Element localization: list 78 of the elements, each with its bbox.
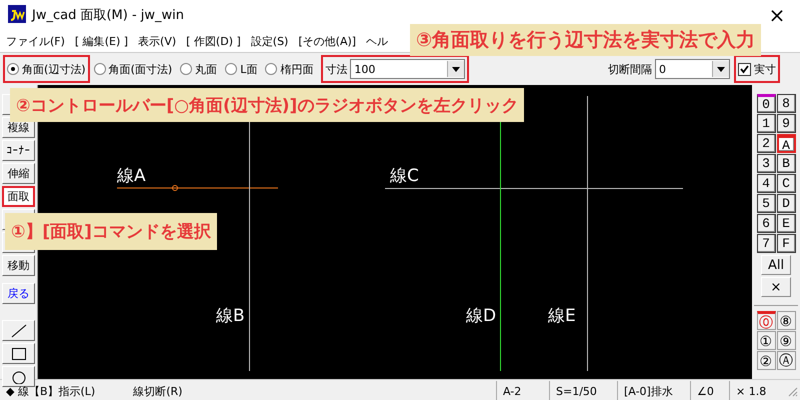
radio-label: L面 (240, 62, 258, 76)
menu-item[interactable]: ヘル (366, 34, 388, 48)
layer-button[interactable]: E (776, 214, 796, 233)
dropdown-field[interactable]: 100 (350, 59, 466, 79)
layer-button[interactable]: D (776, 194, 796, 213)
tool-button[interactable]: 面取 (2, 186, 35, 207)
radio-label: 角面(辺寸法) (22, 62, 86, 76)
dropdown-field[interactable]: 0 (655, 59, 730, 79)
status-cell: × 1.8 (729, 381, 786, 400)
status-cell: A-2 (496, 381, 549, 400)
point-marker (172, 185, 178, 191)
layer-button[interactable]: C (776, 174, 796, 193)
menu-item[interactable]: [ 編集(E) ] (74, 34, 128, 48)
circle-tool-button[interactable] (2, 366, 35, 387)
line-label: 線C (390, 166, 419, 186)
menu-item[interactable]: [ 作図(D) ] (186, 34, 241, 48)
menu-item[interactable]: 表示(V) (138, 34, 176, 48)
layer-button[interactable]: B (776, 154, 796, 173)
tool-button[interactable]: ｺｰﾅｰ (2, 140, 35, 161)
radio-label: 楕円面 (280, 62, 314, 76)
status-cell: [A-0]排水 (617, 381, 690, 400)
line-label: 線A (117, 166, 146, 186)
field-label: 切断間隔 (608, 62, 652, 76)
layer-group-button[interactable]: ② (756, 351, 776, 370)
line-tool-button[interactable] (2, 320, 35, 341)
layer-button[interactable]: 2 (756, 134, 776, 153)
resize-grip-icon (786, 385, 800, 397)
layer-button[interactable]: 0 (756, 94, 776, 113)
status-message: 線切断(R) (133, 384, 182, 398)
status-cell: S=1/50 (549, 381, 617, 400)
layer-group-button[interactable]: ⓪ (756, 311, 776, 330)
layer-button[interactable]: F (776, 234, 796, 253)
status-message: ◆ 線【B】指示(L) (6, 384, 96, 398)
line-label: 線B (216, 306, 245, 326)
radio-button[interactable] (265, 63, 278, 75)
menu-item[interactable]: [その他(A)] (298, 34, 356, 48)
line-icon (10, 324, 26, 338)
radio-button[interactable] (94, 63, 106, 75)
line-label: 線D (466, 306, 496, 326)
layer-button[interactable]: 5 (756, 194, 776, 213)
field-label: 寸法 (325, 62, 348, 76)
rectangle-tool-button[interactable] (2, 343, 35, 364)
checkbox-label: 実寸 (754, 62, 776, 76)
app-logo-icon (8, 4, 26, 26)
layer-button[interactable]: 7 (756, 234, 776, 253)
caret-icon (712, 61, 729, 77)
layer-button[interactable]: 8 (776, 94, 796, 113)
square-icon (10, 346, 26, 360)
layer-button[interactable]: 4 (756, 174, 776, 193)
radio-button[interactable] (7, 63, 19, 75)
layer-button[interactable]: 6 (756, 214, 776, 233)
checkbox[interactable] (738, 62, 751, 76)
menu-item[interactable]: 設定(S) (250, 34, 288, 48)
line-label: 線E (548, 306, 576, 326)
radio-label: 丸面 (195, 62, 218, 76)
caret-icon (447, 61, 464, 77)
annotation-tooltip: ③角面取りを行う辺寸法を実寸法で入力 (410, 24, 762, 56)
annotation-tooltip: ②コントロールバー[○角面(辺寸法)]のラジオボタンを左クリック (10, 88, 524, 122)
radio-button[interactable] (225, 63, 238, 75)
layer-button[interactable]: 1 (756, 114, 776, 133)
layer-button[interactable]: 9 (776, 114, 796, 133)
tool-button[interactable]: 伸縮 (2, 163, 35, 184)
radio-label: 角面(面寸法) (108, 62, 172, 76)
layer-button[interactable]: 3 (756, 154, 776, 173)
tool-button[interactable]: 戻る (2, 283, 35, 304)
layer-group-button[interactable]: ⑨ (776, 331, 796, 350)
radio-button[interactable] (180, 63, 192, 75)
layer-button[interactable]: A (776, 134, 796, 153)
layer-group-button[interactable]: ① (756, 331, 776, 350)
layer-toggle-button[interactable]: × (761, 277, 791, 297)
layer-group-button[interactable]: Ⓐ (776, 351, 796, 370)
menu-item[interactable]: ファイル(F) (6, 34, 65, 48)
tool-button[interactable]: 移動 (2, 255, 35, 276)
layer-toggle-button[interactable]: All (761, 255, 791, 275)
status-cell: ∠0 (690, 381, 729, 400)
window-title: Jw_cad 面取(M) - jw_win (32, 7, 184, 24)
layer-group-button[interactable]: ⑧ (776, 311, 796, 330)
annotation-tooltip: ①】[面取]コマンドを選択 (5, 213, 217, 250)
